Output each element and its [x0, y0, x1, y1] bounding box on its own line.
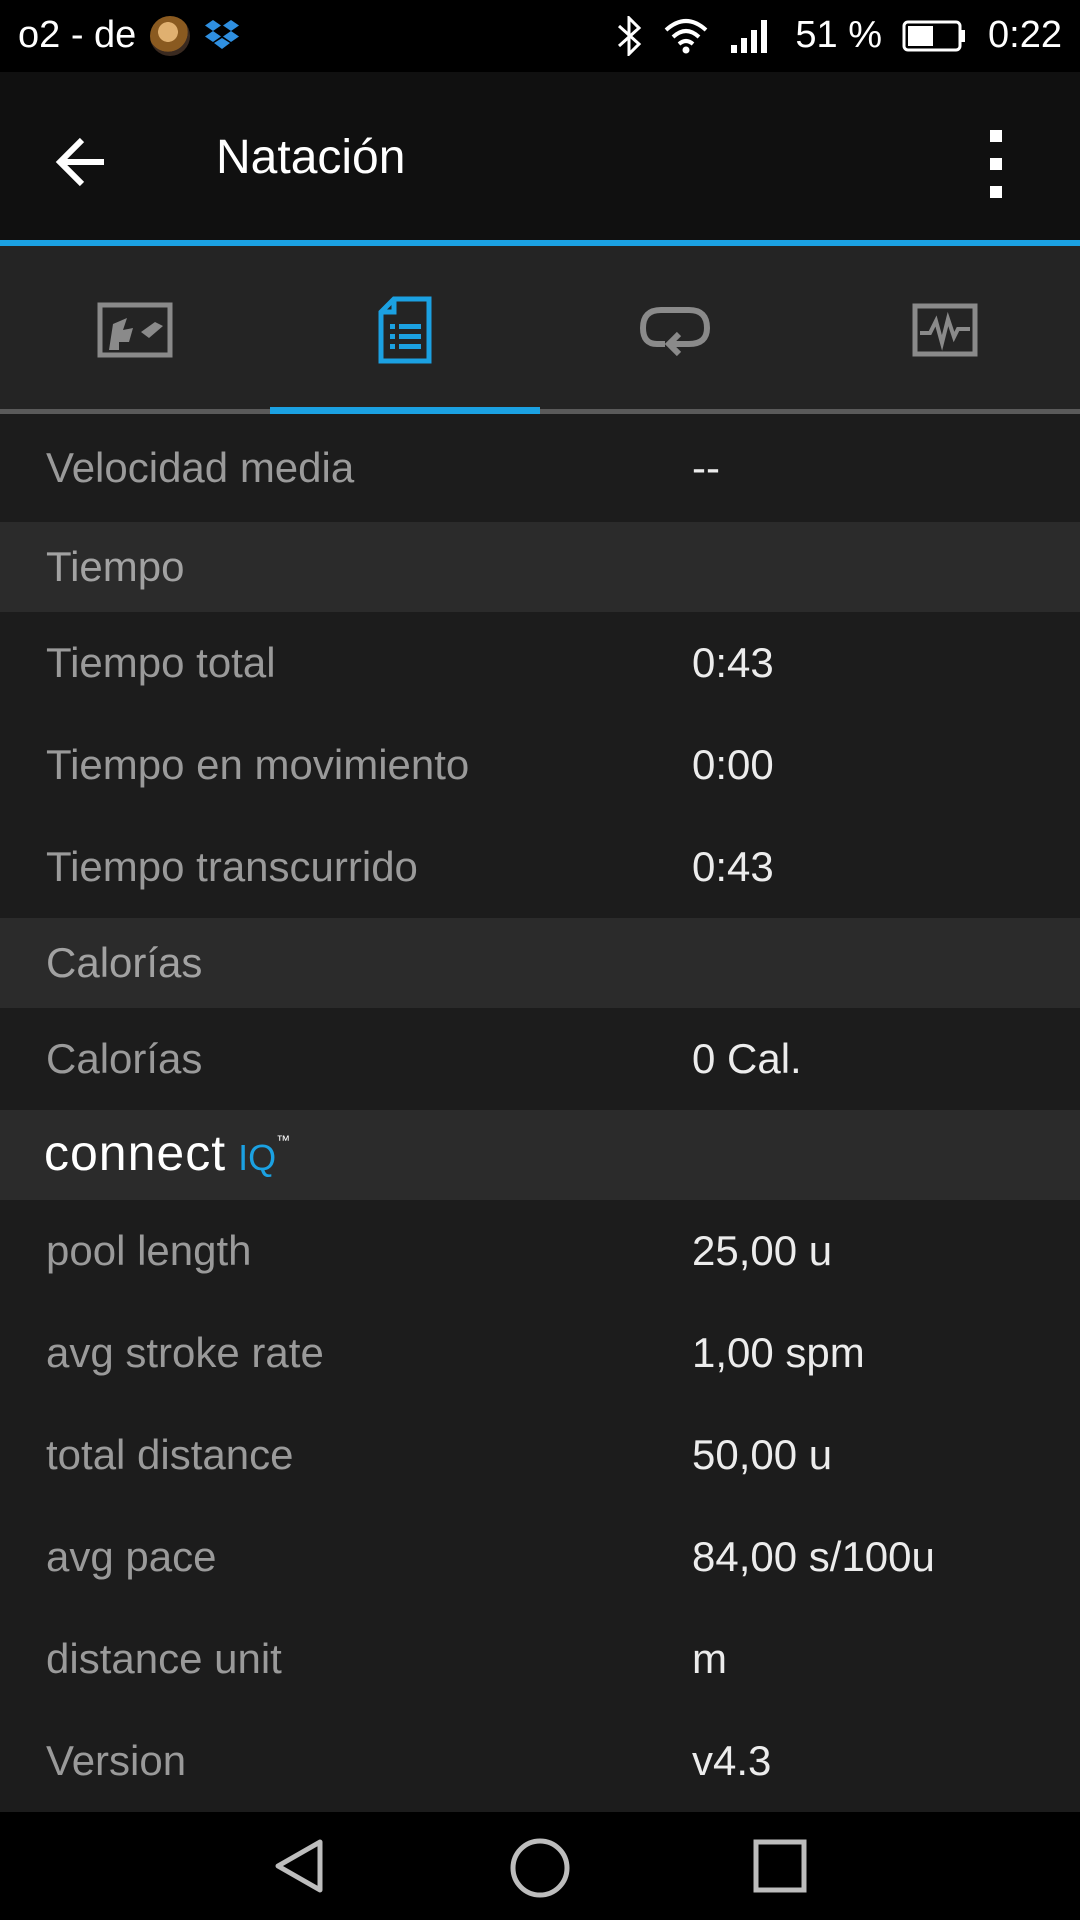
page-title: Natación	[216, 131, 406, 184]
arrow-left-icon[interactable]	[52, 132, 112, 192]
detail-row-distance-unit: distance unit m	[0, 1608, 1080, 1710]
signal-icon	[731, 19, 768, 53]
section-title: Tiempo	[46, 543, 185, 590]
dropbox-icon	[205, 19, 240, 49]
detail-label: total distance	[46, 1431, 294, 1478]
detail-row-avg-speed: Velocidad media --	[0, 414, 1080, 522]
detail-row-moving-time: Tiempo en movimiento 0:00	[0, 714, 1080, 816]
detail-label: Tiempo transcurrido	[46, 843, 418, 890]
detail-label: Tiempo total	[46, 639, 276, 686]
bluetooth-icon	[618, 15, 642, 56]
detail-row-total-distance: total distance 50,00 u	[0, 1404, 1080, 1506]
detail-value: 50,00 u	[692, 1431, 833, 1478]
map-icon	[97, 302, 173, 358]
loop-icon	[639, 307, 711, 356]
battery-icon	[902, 20, 966, 51]
tab-selected-indicator	[270, 407, 540, 414]
section-header-time: Tiempo	[0, 522, 1080, 612]
detail-label: distance unit	[46, 1635, 282, 1682]
carrier-name: o2 - de	[18, 14, 137, 56]
detail-row-calories: Calorías 0 Cal.	[0, 1008, 1080, 1110]
detail-label: Velocidad media	[46, 444, 355, 491]
detail-label: avg pace	[46, 1533, 217, 1580]
detail-label: Version	[46, 1737, 187, 1784]
recents-square-icon[interactable]	[752, 1838, 808, 1894]
detail-label: pool length	[46, 1227, 252, 1274]
connect-iq-logo: connect IQ ™	[44, 1124, 290, 1182]
details-list: Velocidad media -- Tiempo Tiempo total 0…	[0, 414, 1080, 1812]
detail-row-version: Version v4.3	[0, 1710, 1080, 1812]
detail-label: avg stroke rate	[46, 1329, 324, 1376]
tab-charts[interactable]	[810, 246, 1080, 414]
back-triangle-icon[interactable]	[270, 1836, 330, 1896]
detail-label: Calorías	[46, 1035, 203, 1082]
detail-value: 1,00 spm	[692, 1329, 865, 1376]
detail-value: 0:00	[692, 741, 774, 788]
chart-icon	[912, 303, 978, 357]
detail-row-avg-pace: avg pace 84,00 s/100u	[0, 1506, 1080, 1608]
section-header-calories: Calorías	[0, 918, 1080, 1008]
clock: 0:22	[988, 14, 1062, 56]
detail-value: 25,00 u	[692, 1227, 833, 1274]
status-bar: o2 - de 51 % 0:22	[0, 0, 1080, 72]
avatar-icon	[150, 15, 191, 56]
detail-value: 84,00 s/100u	[692, 1533, 935, 1580]
detail-row-pool-length: pool length 25,00 u	[0, 1200, 1080, 1302]
section-title: Calorías	[46, 939, 203, 986]
connect-word: connect	[44, 1125, 227, 1181]
tab-details[interactable]	[270, 246, 540, 414]
detail-value: 0 Cal.	[692, 1035, 802, 1082]
iq-word: IQ	[238, 1137, 277, 1178]
tab-laps[interactable]	[540, 246, 810, 414]
detail-row-avg-stroke-rate: avg stroke rate 1,00 spm	[0, 1302, 1080, 1404]
detail-value: v4.3	[692, 1737, 772, 1784]
detail-value: 0:43	[692, 639, 774, 686]
system-nav-bar	[0, 1812, 1080, 1920]
section-header-connect-iq: connect IQ ™	[0, 1110, 1080, 1200]
detail-row-total-time: Tiempo total 0:43	[0, 612, 1080, 714]
more-vert-icon[interactable]	[976, 124, 1016, 204]
app-bar: Natación	[0, 72, 1080, 242]
home-circle-icon[interactable]	[508, 1836, 572, 1900]
trademark-mark: ™	[276, 1132, 291, 1148]
tab-bar	[0, 246, 1080, 414]
detail-value: --	[692, 444, 720, 491]
wifi-icon	[665, 18, 708, 53]
detail-value: 0:43	[692, 843, 774, 890]
detail-value: m	[692, 1635, 727, 1682]
document-list-icon	[378, 296, 432, 364]
battery-percent: 51 %	[795, 14, 883, 56]
detail-label: Tiempo en movimiento	[46, 741, 470, 788]
tab-map[interactable]	[0, 246, 270, 414]
detail-row-elapsed-time: Tiempo transcurrido 0:43	[0, 816, 1080, 918]
